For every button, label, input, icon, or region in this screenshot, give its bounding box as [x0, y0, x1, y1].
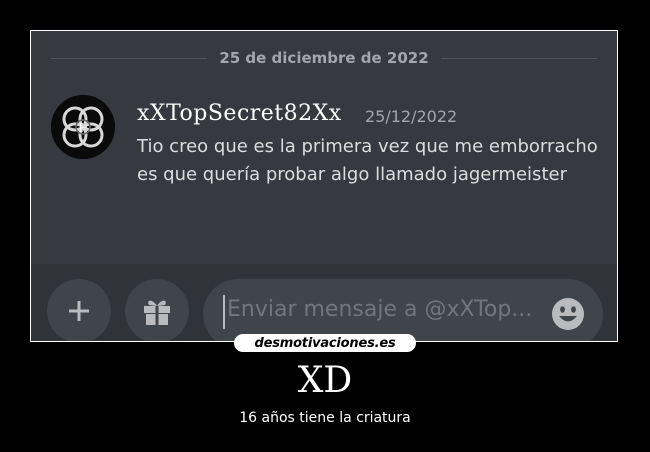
text-caret [223, 295, 225, 329]
avatar-image: Ⱶ [51, 95, 115, 159]
poster-title: XD [297, 360, 353, 401]
message-text: Tio creo que es la primera vez que me em… [137, 136, 598, 185]
gift-icon [144, 300, 170, 325]
message-input-placeholder: Enviar mensaje a @xXTop... [227, 297, 533, 322]
screenshot-frame: 25 de diciembre de 2022 Ⱶ xXTopSecret82X… [30, 30, 618, 342]
divider-line-left [51, 57, 208, 59]
message-timestamp: 25/12/2022 [365, 107, 458, 126]
avatar[interactable]: Ⱶ [51, 95, 115, 159]
message-input[interactable]: Enviar mensaje a @xXTop... [203, 279, 603, 341]
plus-icon [69, 301, 89, 321]
site-watermark: desmotivaciones.es [234, 334, 416, 352]
add-attachment-button[interactable] [47, 279, 111, 341]
divider-line-right [440, 57, 598, 59]
date-divider-label: 25 de diciembre de 2022 [219, 49, 429, 67]
date-divider: 25 de diciembre de 2022 [51, 45, 598, 71]
poster-subtitle: 16 años tiene la criatura [239, 410, 411, 426]
gift-button[interactable] [125, 279, 189, 341]
message-username[interactable]: xXTopSecret82Xx [137, 101, 342, 126]
svg-text:Ⱶ: Ⱶ [79, 121, 88, 135]
emoji-button[interactable] [551, 297, 585, 331]
emoji-icon [552, 298, 584, 330]
